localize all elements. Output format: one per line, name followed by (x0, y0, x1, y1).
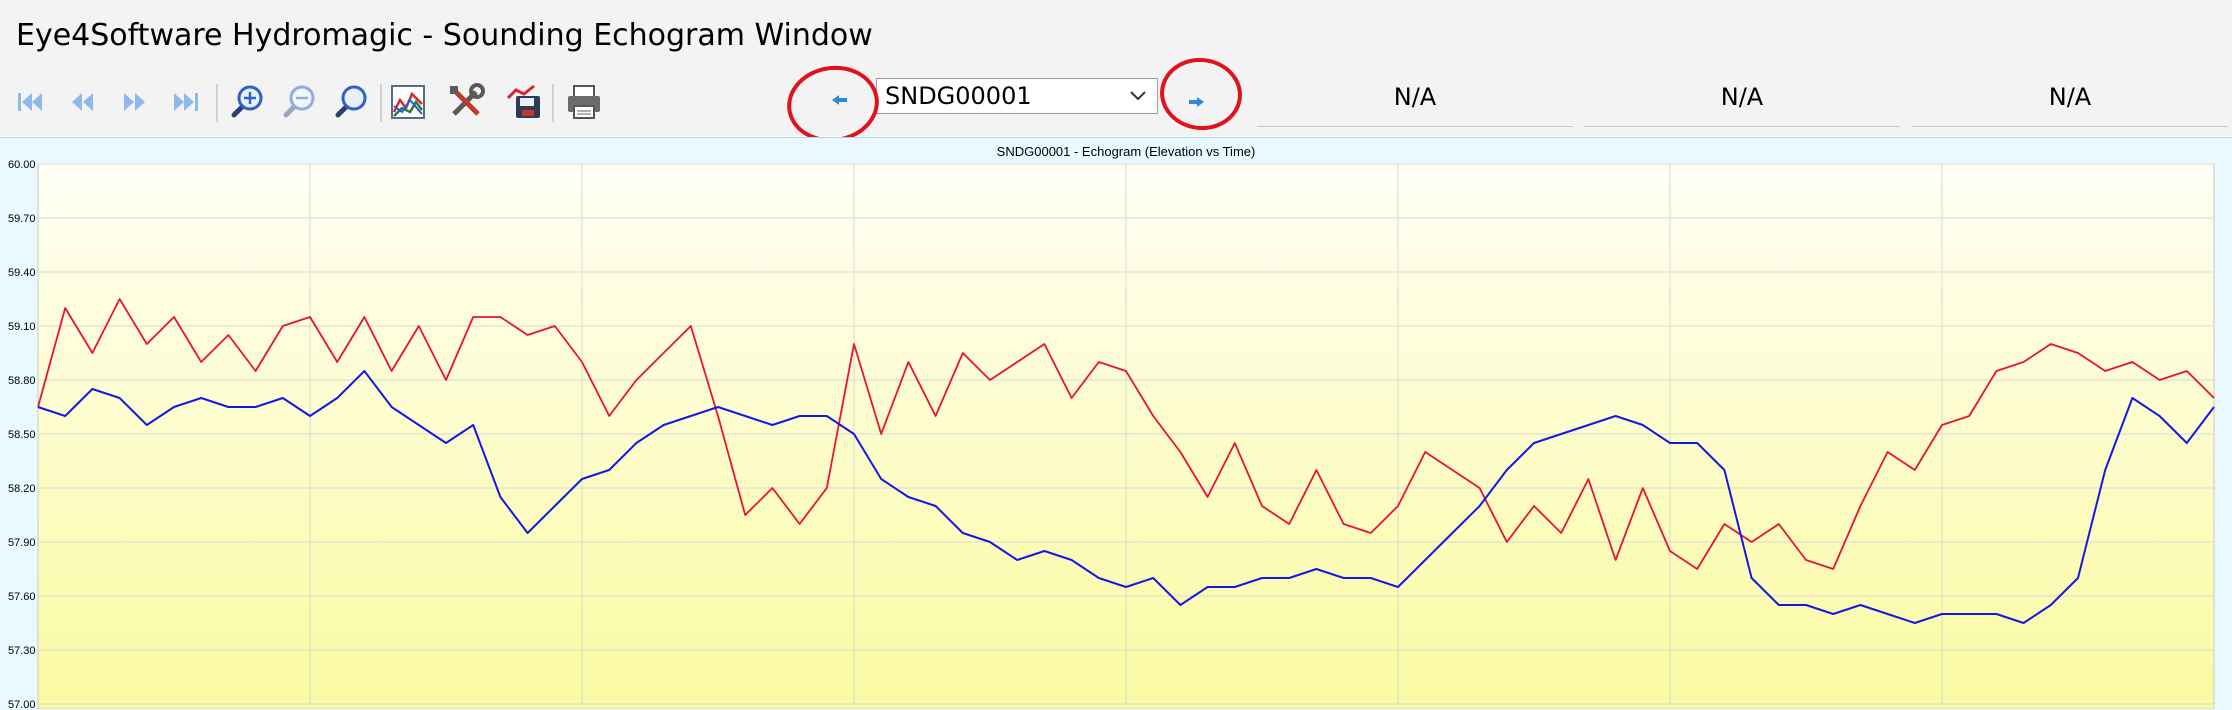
y-tick-label: 57.30 (8, 645, 36, 657)
y-tick-label: 59.70 (8, 213, 36, 225)
y-tick-label: 57.00 (8, 699, 36, 709)
y-tick-label: 57.60 (8, 591, 36, 603)
y-tick-label: 59.40 (8, 267, 36, 279)
echogram-chart[interactable]: 60.00 59.70 59.40 59.10 58.80 58.50 58.20 57.90… (0, 0, 2232, 709)
y-tick-label: 60.00 (8, 159, 36, 171)
y-tick-label: 58.50 (8, 429, 36, 441)
y-tick-label: 57.90 (8, 537, 36, 549)
y-tick-label: 59.10 (8, 321, 36, 333)
y-tick-label: 58.20 (8, 483, 36, 495)
y-tick-label: 58.80 (8, 375, 36, 387)
